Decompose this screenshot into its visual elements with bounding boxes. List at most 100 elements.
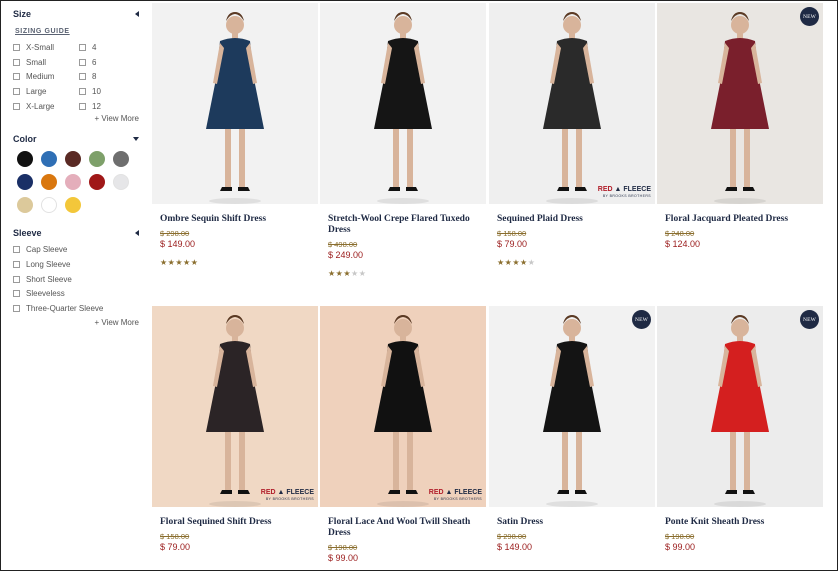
product-name-link[interactable]: Stretch-Wool Crepe Flared Tuxedo Dress [328, 214, 478, 236]
product-card[interactable]: Stretch-Wool Crepe Flared Tuxedo Dress $ … [320, 3, 486, 278]
product-name-link[interactable]: Floral Jacquard Pleated Dress [665, 214, 815, 225]
color-facet: Color [13, 133, 149, 214]
star-icon: ★ [512, 258, 521, 267]
color-facet-header[interactable]: Color [13, 133, 149, 145]
product-card[interactable]: RED ▲ FLEECE BY BROOKS BROTHERS Sequined P… [489, 3, 655, 267]
size-option-label: X-Large [26, 101, 55, 111]
size-facet-title: Size [13, 9, 32, 19]
product-card[interactable]: NEW Satin Dress $ 298.00 $ 149.00 [489, 306, 655, 552]
product-name-link[interactable]: Floral Sequined Shift Dress [160, 517, 310, 528]
color-swatch[interactable] [17, 174, 33, 191]
collapse-caret-icon[interactable] [135, 11, 139, 17]
product-card[interactable]: Ombre Sequin Shift Dress $ 298.00 $ 149.00… [152, 3, 318, 267]
new-badge: NEW [632, 310, 651, 329]
star-icon: ★ [183, 258, 191, 267]
size-option-label: Small [26, 57, 47, 67]
product-image[interactable] [152, 3, 318, 204]
color-swatch[interactable] [41, 197, 57, 214]
sale-price: $ 149.00 [497, 542, 533, 552]
checkbox-icon[interactable] [79, 43, 86, 51]
product-image[interactable]: NEW [657, 306, 823, 507]
size-option[interactable]: X-Large [13, 100, 79, 113]
size-option[interactable]: Large [13, 85, 79, 98]
product-card[interactable]: RED ▲ FLEECE BY BROOKS BROTHERS Floral Seq… [152, 306, 318, 552]
size-option[interactable]: 10 [79, 85, 139, 98]
sleeve-facet-header[interactable]: Sleeve [13, 227, 149, 239]
star-icon: ★ [497, 258, 505, 267]
checkbox-icon[interactable] [13, 260, 20, 268]
model-photo-icon [657, 306, 823, 507]
checkbox-icon[interactable] [79, 102, 86, 110]
sale-price: $ 79.00 [497, 239, 528, 249]
color-swatch[interactable] [113, 151, 129, 168]
checkbox-icon[interactable] [79, 58, 86, 66]
size-option[interactable]: Small [13, 56, 79, 69]
color-swatch[interactable] [17, 197, 33, 214]
size-view-more-link[interactable]: + View More [13, 114, 149, 123]
color-swatch[interactable] [65, 174, 81, 191]
checkbox-icon[interactable] [13, 87, 20, 95]
original-price: $ 158.00 [160, 532, 190, 541]
product-card[interactable]: NEW Floral Jacquard Pleated Dress $ 248.00… [657, 3, 823, 249]
size-option[interactable]: Medium [13, 70, 79, 83]
color-swatch[interactable] [65, 197, 81, 214]
size-option-label: 8 [92, 72, 97, 82]
new-badge: NEW [800, 7, 819, 26]
star-icon: ★ [358, 269, 367, 278]
product-image[interactable]: RED ▲ FLEECE BY BROOKS BROTHERS [320, 306, 486, 507]
checkbox-icon[interactable] [79, 73, 86, 81]
checkbox-icon[interactable] [13, 43, 20, 51]
size-option-label: X-Small [26, 42, 55, 52]
size-facet-header[interactable]: Size [13, 8, 149, 20]
size-option[interactable]: 6 [79, 56, 139, 69]
product-card[interactable]: RED ▲ FLEECE BY BROOKS BROTHERS Floral Lac… [320, 306, 486, 563]
filter-sidebar: Size SIZING GUIDE X-Small 4 Small 6 Medi… [1, 1, 149, 570]
product-card[interactable]: NEW Ponte Knit Sheath Dress $ 198.00 $ 99.0… [657, 306, 823, 552]
product-image[interactable]: RED ▲ FLEECE BY BROOKS BROTHERS [152, 306, 318, 507]
product-image[interactable]: NEW [489, 306, 655, 507]
checkbox-icon[interactable] [13, 275, 20, 283]
product-name-link[interactable]: Floral Lace And Wool Twill Sheath Dress [328, 517, 478, 539]
checkbox-icon[interactable] [13, 58, 20, 66]
checkbox-icon[interactable] [13, 73, 20, 81]
original-price: $ 248.00 [665, 229, 695, 238]
checkbox-icon[interactable] [79, 87, 86, 95]
checkbox-icon[interactable] [13, 305, 20, 313]
model-photo-icon [320, 306, 486, 507]
color-swatch[interactable] [17, 151, 33, 168]
product-name-link[interactable]: Ombre Sequin Shift Dress [160, 214, 310, 225]
color-swatch[interactable] [41, 174, 57, 191]
size-option-label: 10 [92, 86, 101, 96]
product-name-link[interactable]: Ponte Knit Sheath Dress [665, 517, 815, 528]
collapse-caret-icon[interactable] [135, 230, 139, 237]
color-swatch[interactable] [65, 151, 81, 168]
sleeve-option[interactable]: Long Sleeve [13, 257, 149, 272]
sleeve-view-more-link[interactable]: + View More [13, 318, 149, 327]
original-price: $ 198.00 [665, 532, 695, 541]
size-option[interactable]: 12 [79, 100, 139, 113]
sleeve-option[interactable]: Three-Quarter Sleeve [13, 301, 149, 316]
checkbox-icon[interactable] [13, 102, 20, 110]
checkbox-icon[interactable] [13, 290, 20, 298]
size-option[interactable]: X-Small [13, 41, 79, 54]
original-price: $ 198.00 [328, 543, 358, 552]
sleeve-option[interactable]: Cap Sleeve [13, 242, 149, 257]
size-option[interactable]: 8 [79, 70, 139, 83]
sleeve-option[interactable]: Short Sleeve [13, 272, 149, 287]
color-swatch[interactable] [41, 151, 57, 168]
color-swatch[interactable] [89, 174, 105, 191]
expand-caret-icon[interactable] [133, 137, 139, 142]
product-image[interactable]: RED ▲ FLEECE BY BROOKS BROTHERS [489, 3, 655, 204]
checkbox-icon[interactable] [13, 246, 20, 254]
product-image[interactable] [320, 3, 486, 204]
product-name-link[interactable]: Satin Dress [497, 517, 647, 528]
sleeve-option[interactable]: Sleeveless [13, 287, 149, 302]
model-photo-icon [152, 306, 318, 507]
size-facet: Size SIZING GUIDE X-Small 4 Small 6 Medi… [13, 8, 149, 123]
sizing-guide-link[interactable]: SIZING GUIDE [15, 28, 70, 35]
color-swatch[interactable] [113, 174, 129, 191]
color-swatch[interactable] [89, 151, 105, 168]
product-image[interactable]: NEW [657, 3, 823, 204]
product-name-link[interactable]: Sequined Plaid Dress [497, 214, 647, 225]
size-option[interactable]: 4 [79, 41, 139, 54]
